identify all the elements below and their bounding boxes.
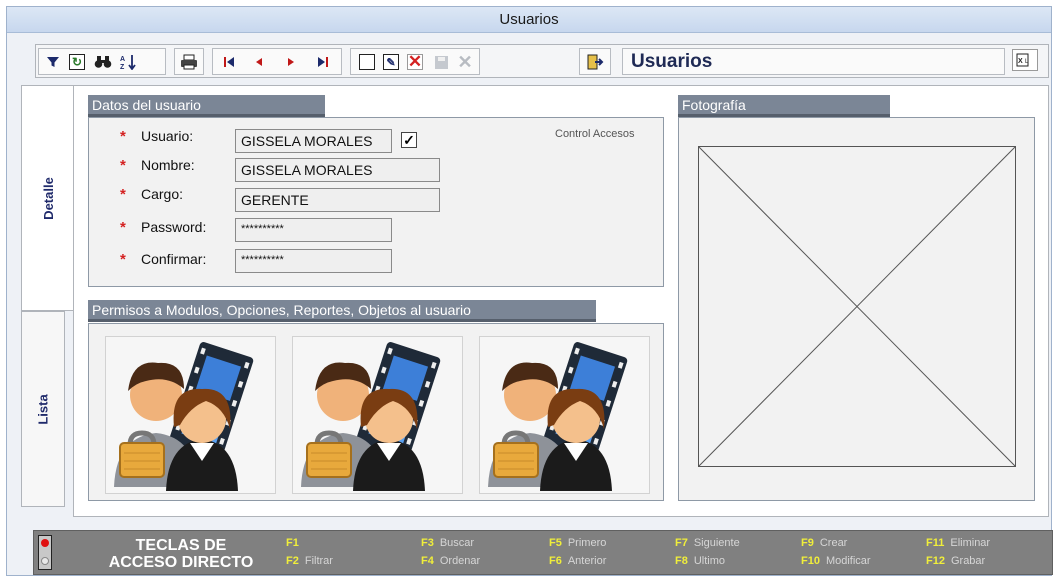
shortcut-f9: F9 Crear bbox=[801, 537, 848, 549]
permission-modulos-button[interactable] bbox=[105, 336, 276, 494]
window-title: Usuarios bbox=[7, 7, 1051, 33]
detail-panel: Datos del usuario * Usuario: GISSELA MOR… bbox=[73, 85, 1049, 517]
nombre-field[interactable]: GISSELA MORALES bbox=[235, 158, 440, 182]
permission-opciones-button[interactable] bbox=[292, 336, 463, 494]
users-permissions-icon bbox=[488, 342, 628, 491]
shortcut-f1: F1 bbox=[286, 537, 299, 549]
tab-lista[interactable]: Lista bbox=[21, 311, 65, 507]
shortcut-f2: F2 Filtrar bbox=[286, 555, 333, 567]
new-icon[interactable] bbox=[357, 52, 377, 72]
permissions-section-panel bbox=[88, 323, 664, 501]
shortcut-f8: F8 Ultimo bbox=[675, 555, 726, 567]
exit-icon[interactable] bbox=[585, 52, 605, 72]
confirmar-label: Confirmar: bbox=[141, 251, 207, 267]
previous-record-icon[interactable] bbox=[249, 52, 269, 72]
tab-detalle-label: Detalle bbox=[40, 176, 56, 220]
shortcut-f12: F12 Grabar bbox=[926, 555, 986, 567]
app-window: Usuarios ↻ AZ ✎ ✕ ✕ Usuarios X L Detalle… bbox=[6, 6, 1053, 576]
svg-text:X: X bbox=[1018, 58, 1023, 65]
last-record-icon[interactable] bbox=[313, 52, 333, 72]
cargo-label: Cargo: bbox=[141, 186, 184, 202]
required-mark: * bbox=[120, 157, 126, 174]
edit-icon[interactable]: ✎ bbox=[381, 52, 401, 72]
first-record-icon[interactable] bbox=[219, 52, 239, 72]
svg-text:A: A bbox=[120, 56, 125, 63]
shortcut-title-line1: TECLAS DE bbox=[135, 537, 227, 554]
nombre-label: Nombre: bbox=[141, 157, 195, 173]
users-permissions-icon bbox=[114, 342, 254, 491]
required-mark: * bbox=[120, 251, 126, 268]
shortcut-f6: F6 Anterior bbox=[549, 555, 607, 567]
print-icon[interactable] bbox=[179, 52, 199, 72]
refresh-icon[interactable]: ↻ bbox=[67, 52, 87, 72]
shortcut-f3: F3 Buscar bbox=[421, 537, 475, 549]
photo-section-panel bbox=[678, 117, 1035, 501]
shortcut-f10: F10 Modificar bbox=[801, 555, 871, 567]
save-icon[interactable] bbox=[431, 52, 451, 72]
next-record-icon[interactable] bbox=[281, 52, 301, 72]
user-section-panel: * Usuario: GISSELA MORALES ✓ Control Acc… bbox=[88, 117, 664, 287]
toolbar-group-search: ↻ AZ bbox=[38, 48, 166, 75]
shortcut-f5: F5 Primero bbox=[549, 537, 607, 549]
toolbar-group-print bbox=[174, 48, 204, 75]
toolbar-group-navigation bbox=[212, 48, 342, 75]
binoculars-icon[interactable] bbox=[93, 52, 113, 72]
toolbar-group-exit bbox=[579, 48, 611, 75]
usuario-field[interactable]: GISSELA MORALES bbox=[235, 129, 392, 153]
usuario-label: Usuario: bbox=[141, 128, 194, 144]
status-indicator-icon bbox=[38, 535, 52, 570]
photo-section-title: Fotografía bbox=[678, 95, 890, 117]
tab-detalle[interactable]: Detalle bbox=[21, 85, 74, 311]
shortcut-f7: F7 Siguiente bbox=[675, 537, 740, 549]
export-excel-icon[interactable]: XL bbox=[1012, 49, 1038, 71]
control-accesos-checkbox[interactable]: ✓ bbox=[401, 132, 417, 148]
cancel-icon[interactable]: ✕ bbox=[455, 52, 475, 72]
photo-placeholder-icon bbox=[697, 145, 1017, 468]
required-mark: * bbox=[120, 219, 126, 236]
filter-icon[interactable] bbox=[43, 52, 63, 72]
toolbar-group-edit: ✎ ✕ ✕ bbox=[350, 48, 480, 75]
permissions-section-title: Permisos a Modulos, Opciones, Reportes, … bbox=[88, 300, 596, 322]
shortcut-title-line2: ACCESO DIRECTO bbox=[108, 554, 254, 571]
shortcut-f4: F4 Ordenar bbox=[421, 555, 481, 567]
tab-strip: Detalle Lista bbox=[21, 85, 74, 517]
control-accesos-label: Control Accesos bbox=[555, 128, 635, 140]
password-field[interactable]: ********** bbox=[235, 218, 392, 242]
sort-icon[interactable]: AZ bbox=[119, 52, 139, 72]
shortcut-f11: F11 Eliminar bbox=[926, 537, 991, 549]
cargo-field[interactable]: GERENTE bbox=[235, 188, 440, 212]
toolbar-title: Usuarios bbox=[622, 48, 1005, 75]
confirmar-field[interactable]: ********** bbox=[235, 249, 392, 273]
tab-lista-label: Lista bbox=[35, 393, 51, 425]
shortcut-bar: TECLAS DE ACCESO DIRECTO F1 F2 Filtrar F3… bbox=[33, 530, 1053, 575]
shortcut-title: TECLAS DE ACCESO DIRECTO bbox=[96, 537, 266, 571]
required-mark: * bbox=[120, 186, 126, 203]
users-permissions-icon bbox=[301, 342, 441, 491]
svg-text:Z: Z bbox=[120, 64, 125, 70]
password-label: Password: bbox=[141, 219, 207, 235]
photo-placeholder[interactable] bbox=[697, 145, 1017, 468]
required-mark: * bbox=[120, 128, 126, 145]
delete-icon[interactable]: ✕ bbox=[405, 52, 425, 72]
permission-reportes-button[interactable] bbox=[479, 336, 650, 494]
user-section-title: Datos del usuario bbox=[88, 95, 325, 117]
toolbar: ↻ AZ ✎ ✕ ✕ Usuarios X L bbox=[35, 44, 1049, 78]
